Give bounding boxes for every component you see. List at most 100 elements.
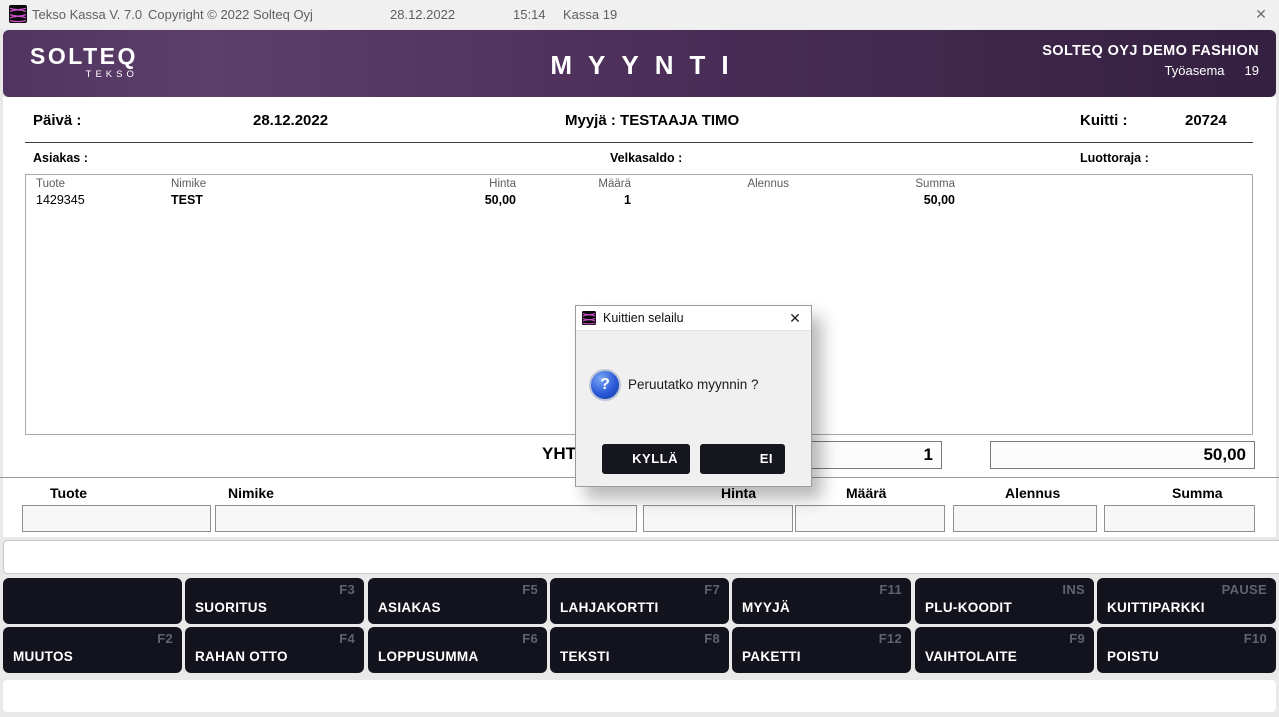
seller-row: Myyjä : TESTAAJA TIMO bbox=[565, 112, 739, 129]
fkey-label: RAHAN OTTO bbox=[195, 649, 288, 664]
fkey-key: PAUSE bbox=[1222, 582, 1267, 597]
dialog-no-button[interactable]: EI bbox=[700, 444, 785, 474]
question-icon: ? bbox=[589, 369, 621, 401]
row-tuote: 1429345 bbox=[36, 193, 171, 207]
fkey-suoritus-button[interactable]: F3 SUORITUS bbox=[185, 578, 364, 624]
window-time: 15:14 bbox=[513, 7, 546, 22]
fkey-label: MUUTOS bbox=[13, 649, 73, 664]
receipt-label: Kuitti : bbox=[1080, 112, 1127, 129]
fkey-key: F3 bbox=[339, 582, 355, 597]
fkey-label: MYYJÄ bbox=[742, 600, 790, 615]
window-register: Kassa 19 bbox=[563, 7, 617, 22]
fkey-loppusumma-button[interactable]: F6 LOPPUSUMMA bbox=[368, 627, 547, 673]
seller-value: TESTAAJA TIMO bbox=[620, 112, 739, 129]
window-date: 28.12.2022 bbox=[390, 7, 455, 22]
fkey-label: POISTU bbox=[1107, 649, 1159, 664]
fkey-kuittiparkki-button[interactable]: PAUSE KUITTIPARKKI bbox=[1097, 578, 1276, 624]
dialog-titlebar: Kuittien selailu ✕ bbox=[576, 306, 811, 331]
credit-label: Luottoraja : bbox=[1080, 151, 1149, 165]
row-alennus bbox=[631, 193, 789, 207]
fkey-label: PLU-KOODIT bbox=[925, 600, 1012, 615]
window-close-icon[interactable]: ✕ bbox=[1250, 6, 1272, 24]
date-value: 28.12.2022 bbox=[253, 112, 328, 129]
debt-label: Velkasaldo : bbox=[610, 151, 682, 165]
window-titlebar: Tekso Kassa V. 7.0 Copyright © 2022 Solt… bbox=[0, 0, 1279, 29]
fkey-teksti-button[interactable]: F8 TEKSTI bbox=[550, 627, 729, 673]
col-header-hinta: Hinta bbox=[421, 178, 516, 190]
fkey-paketti-button[interactable]: F12 PAKETTI bbox=[732, 627, 911, 673]
row-hinta: 50,00 bbox=[421, 193, 516, 207]
store-name: SOLTEQ OYJ DEMO FASHION bbox=[1042, 43, 1259, 59]
window-title: Tekso Kassa V. 7.0 bbox=[32, 7, 142, 22]
fkey-key: F2 bbox=[157, 631, 173, 646]
fkey-lahjakortti-button[interactable]: F7 LAHJAKORTTI bbox=[550, 578, 729, 624]
row-summa: 50,00 bbox=[789, 193, 955, 207]
window-copyright: Copyright © 2022 Solteq Oyj bbox=[148, 7, 313, 22]
date-label: Päivä : bbox=[33, 112, 81, 129]
entry-label-summa: Summa bbox=[1172, 485, 1223, 501]
app-header: SOLTEQ TEKSO MYYNTI SOLTEQ OYJ DEMO FASH… bbox=[3, 30, 1276, 97]
receipt-value: 20724 bbox=[1185, 112, 1227, 129]
col-header-alennus: Alennus bbox=[631, 178, 789, 190]
fkey-key: F8 bbox=[704, 631, 720, 646]
table-header: Tuote Nimike Hinta Määrä Alennus Summa bbox=[26, 175, 1252, 190]
entry-label-hinta: Hinta bbox=[721, 485, 756, 501]
dialog-yes-button[interactable]: KYLLÄ bbox=[602, 444, 690, 474]
app-icon bbox=[9, 5, 27, 23]
table-row[interactable]: 1429345 TEST 50,00 1 50,00 bbox=[26, 193, 1252, 207]
fkey-muutos-button[interactable]: F2 MUUTOS bbox=[3, 627, 182, 673]
fkey-label: KUITTIPARKKI bbox=[1107, 600, 1205, 615]
fkey-blank-button[interactable] bbox=[3, 578, 182, 624]
entry-field-nimike[interactable] bbox=[215, 505, 637, 532]
fkey-myyja-button[interactable]: F11 MYYJÄ bbox=[732, 578, 911, 624]
entry-label-tuote: Tuote bbox=[50, 485, 87, 501]
fkey-label: SUORITUS bbox=[195, 600, 267, 615]
entry-label-alennus: Alennus bbox=[1005, 485, 1060, 501]
customer-label: Asiakas : bbox=[33, 151, 88, 165]
entry-field-tuote[interactable] bbox=[22, 505, 211, 532]
row-maara: 1 bbox=[516, 193, 631, 207]
fkey-vaihtolaite-button[interactable]: F9 VAIHTOLAITE bbox=[915, 627, 1094, 673]
dialog-close-icon[interactable]: ✕ bbox=[779, 306, 811, 330]
fkey-label: VAIHTOLAITE bbox=[925, 649, 1017, 664]
entry-field-hinta[interactable] bbox=[643, 505, 793, 532]
fkey-key: F12 bbox=[879, 631, 902, 646]
fkey-poistu-button[interactable]: F10 POISTU bbox=[1097, 627, 1276, 673]
col-header-maara: Määrä bbox=[516, 178, 631, 190]
status-bar bbox=[3, 680, 1276, 712]
fkey-key: F5 bbox=[522, 582, 538, 597]
fkey-key: F9 bbox=[1069, 631, 1085, 646]
fkey-label: PAKETTI bbox=[742, 649, 801, 664]
fkey-label: ASIAKAS bbox=[378, 600, 441, 615]
fkey-label: TEKSTI bbox=[560, 649, 610, 664]
workstation-row: Työasema19 bbox=[1042, 63, 1259, 78]
fkey-rahan-otto-button[interactable]: F4 RAHAN OTTO bbox=[185, 627, 364, 673]
seller-label: Myyjä : bbox=[565, 112, 616, 129]
entry-label-nimike: Nimike bbox=[228, 485, 274, 501]
fkey-key: F7 bbox=[704, 582, 720, 597]
divider-top bbox=[25, 142, 1253, 143]
entry-field-maara[interactable] bbox=[795, 505, 945, 532]
command-bar-input[interactable] bbox=[3, 540, 1279, 574]
dialog-title: Kuittien selailu bbox=[603, 311, 684, 325]
workstation-value: 19 bbox=[1245, 63, 1259, 78]
fkey-key: F11 bbox=[879, 582, 902, 597]
app-icon bbox=[582, 311, 596, 325]
fkey-plu-koodit-button[interactable]: INS PLU-KOODIT bbox=[915, 578, 1094, 624]
entry-field-alennus[interactable] bbox=[953, 505, 1097, 532]
confirm-dialog: Kuittien selailu ✕ ? Peruutatko myynnin … bbox=[575, 305, 812, 487]
col-header-nimike: Nimike bbox=[171, 178, 421, 190]
row-nimike: TEST bbox=[171, 193, 421, 207]
col-header-tuote: Tuote bbox=[36, 178, 171, 190]
fkey-key: F6 bbox=[522, 631, 538, 646]
fkey-asiakas-button[interactable]: F5 ASIAKAS bbox=[368, 578, 547, 624]
entry-label-maara: Määrä bbox=[846, 485, 886, 501]
fkey-key: F10 bbox=[1244, 631, 1267, 646]
store-info: SOLTEQ OYJ DEMO FASHION Työasema19 bbox=[1042, 43, 1259, 78]
col-header-summa: Summa bbox=[789, 178, 955, 190]
fkey-label: LOPPUSUMMA bbox=[378, 649, 479, 664]
totals-sum: 50,00 bbox=[990, 441, 1255, 469]
entry-field-summa[interactable] bbox=[1104, 505, 1255, 532]
fkey-key: F4 bbox=[339, 631, 355, 646]
fkey-label: LAHJAKORTTI bbox=[560, 600, 659, 615]
